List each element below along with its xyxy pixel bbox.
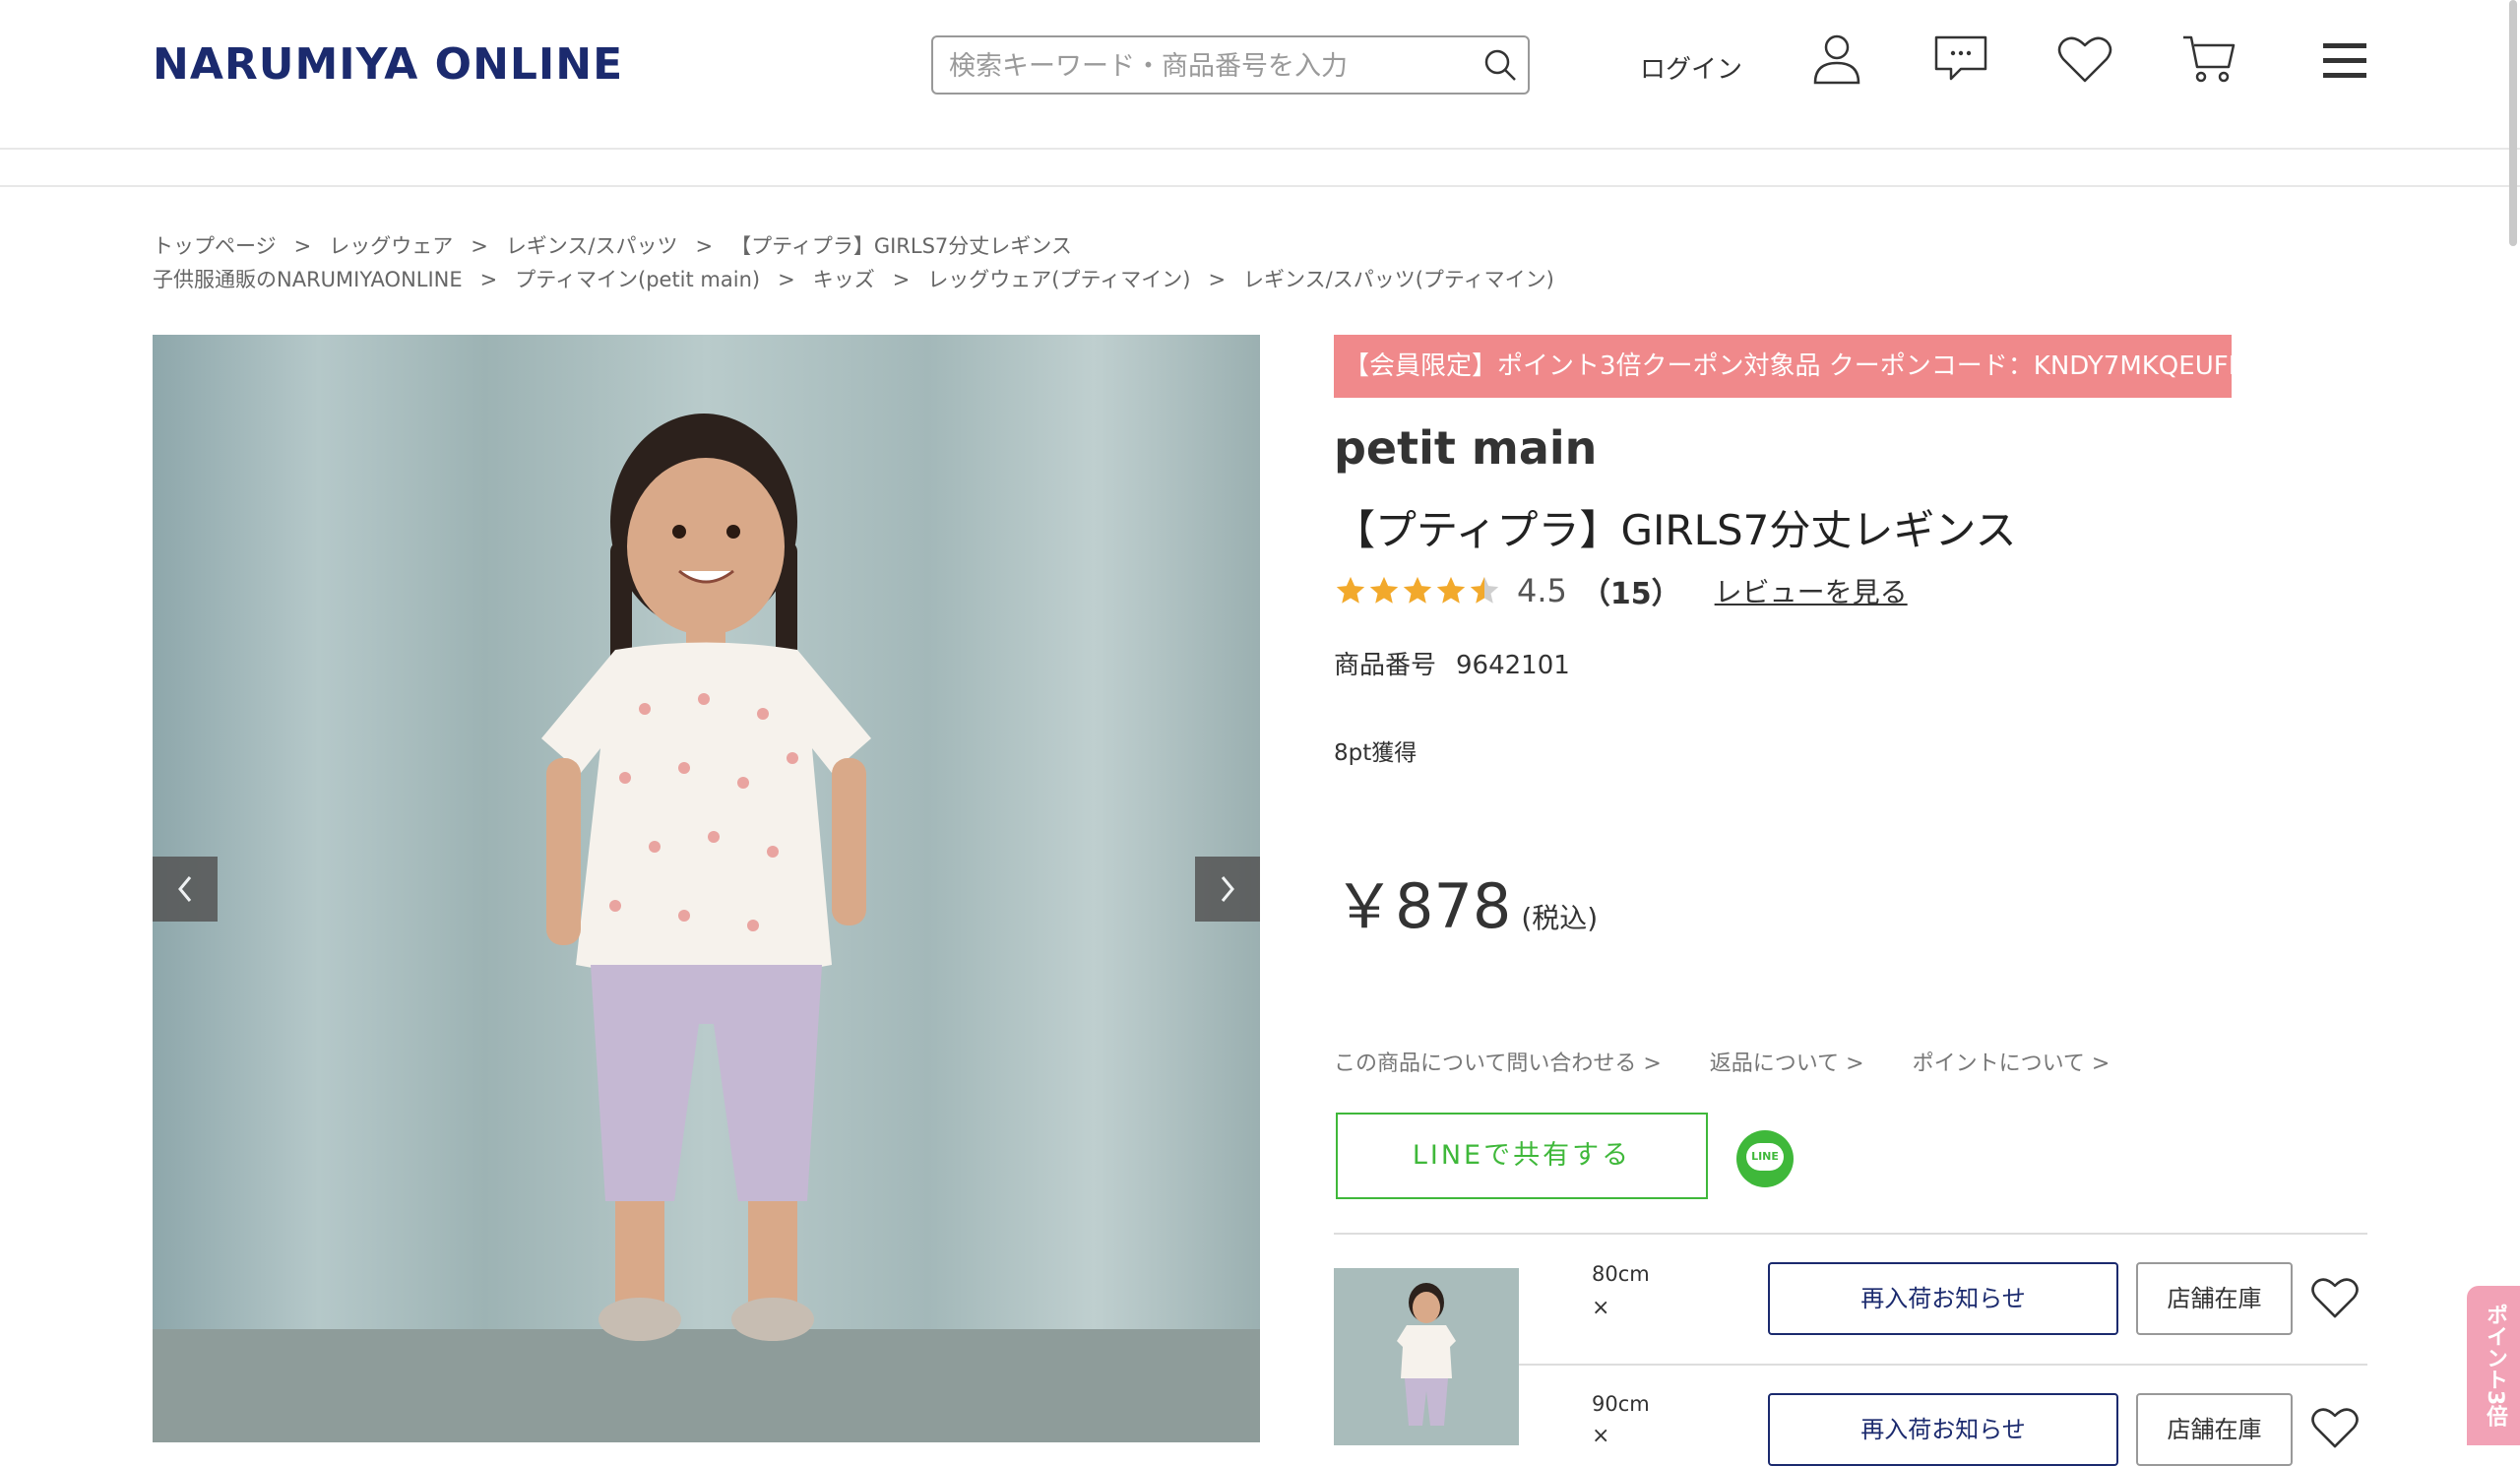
scrollbar[interactable]	[2509, 0, 2517, 246]
heart-icon[interactable]	[2055, 30, 2114, 89]
breadcrumb-item[interactable]: プティマイン(petit main)	[515, 268, 760, 291]
star-icon	[1403, 576, 1432, 604]
star-icon	[1369, 576, 1399, 604]
login-link[interactable]: ログイン	[1640, 49, 1742, 86]
variant-size: 90cm	[1592, 1392, 1650, 1416]
info-links: この商品について問い合わせる > 返品について > ポイントについて >	[1334, 1046, 2151, 1077]
product-main-image[interactable]	[153, 335, 1260, 1442]
price-value: ￥878	[1334, 870, 1512, 942]
site-header: NARUMIYA ONLINE ログイン	[0, 0, 2520, 150]
breadcrumb-item[interactable]: レッグウェア(プティマイン)	[927, 268, 1190, 291]
breadcrumb-secondary: 子供服通販のNARUMIYAONLINE > プティマイン(petit main) >…	[153, 268, 1554, 291]
breadcrumb-item[interactable]: レギンス/スパッツ	[506, 234, 678, 258]
variant-stock-mark: ×	[1592, 1296, 1610, 1320]
variant-thumbnail[interactable]	[1334, 1268, 1519, 1445]
view-reviews-link[interactable]: レビューを見る	[1715, 571, 1908, 610]
cart-icon[interactable]	[2179, 30, 2238, 89]
restock-notify-button[interactable]: 再入荷お知らせ	[1768, 1393, 2118, 1466]
carousel-prev-button[interactable]	[153, 857, 218, 922]
line-icon[interactable]: LINE	[1736, 1130, 1794, 1187]
store-stock-button[interactable]: 店舗在庫	[2136, 1393, 2293, 1466]
variant-photo	[1334, 1268, 1519, 1445]
points-side-tab[interactable]: ポイント3倍	[2467, 1286, 2520, 1445]
half-star-icon	[1470, 576, 1499, 604]
rating-value: 4.5	[1517, 572, 1567, 609]
search-icon[interactable]	[1482, 47, 1518, 83]
product-title: 【プティプラ】GIRLS7分丈レギンス	[1334, 506, 2017, 554]
chat-icon[interactable]	[1931, 30, 1990, 89]
chevron-left-icon	[178, 876, 192, 902]
favorite-heart-icon[interactable]	[2309, 1402, 2361, 1453]
breadcrumb: トップページ > レッグウェア > レギンス/スパッツ > 【プティプラ】GIRLS7分丈レ…	[153, 234, 1072, 258]
product-number-value: 9642101	[1456, 651, 1570, 680]
rating-row: 4.5 （15） レビューを見る	[1334, 566, 1908, 615]
review-count: （15）	[1580, 577, 1681, 611]
variant-size: 80cm	[1592, 1262, 1650, 1286]
variant-stock-mark: ×	[1592, 1424, 1610, 1448]
user-icon[interactable]	[1807, 30, 1866, 89]
sub-navigation-bar	[0, 150, 2520, 187]
breadcrumb-item[interactable]: 子供服通販のNARUMIYAONLINE	[153, 268, 463, 291]
breadcrumb-item[interactable]: トップページ	[153, 234, 277, 258]
product-number-label: 商品番号	[1334, 651, 1437, 680]
price: ￥878 (税込)	[1334, 857, 1598, 945]
breadcrumb-item[interactable]: レギンス/スパッツ(プティマイン)	[1243, 268, 1554, 291]
chevron-right-icon	[1221, 876, 1234, 902]
line-share-button[interactable]: LINEで共有する	[1336, 1113, 1708, 1199]
divider	[1334, 1233, 2367, 1235]
returns-link[interactable]: 返品について >	[1710, 1052, 1864, 1076]
site-logo[interactable]: NARUMIYA ONLINE	[153, 39, 623, 90]
breadcrumb-item[interactable]: レッグウェア	[329, 234, 453, 258]
points-earned: 8pt獲得	[1334, 740, 1418, 766]
star-icon	[1336, 576, 1365, 604]
product-photo	[153, 335, 1260, 1442]
star-icon	[1436, 576, 1466, 604]
search-box[interactable]	[931, 35, 1530, 95]
coupon-banner: 【会員限定】ポイント3倍クーポン対象品 クーポンコード：KNDY7MKQEUFL	[1334, 335, 2232, 398]
tax-label: (税込)	[1521, 902, 1599, 934]
favorite-heart-icon[interactable]	[2309, 1272, 2361, 1323]
points-info-link[interactable]: ポイントについて >	[1913, 1052, 2110, 1076]
store-stock-button[interactable]: 店舗在庫	[2136, 1262, 2293, 1335]
inquiry-link[interactable]: この商品について問い合わせる >	[1334, 1052, 1662, 1076]
search-input[interactable]	[947, 37, 1463, 95]
product-number: 商品番号 9642101	[1334, 645, 1570, 681]
menu-icon[interactable]	[2317, 30, 2372, 89]
breadcrumb-item[interactable]: キッズ	[813, 268, 875, 291]
rating-stars	[1334, 574, 1501, 607]
breadcrumb-item: 【プティプラ】GIRLS7分丈レギンス	[730, 234, 1072, 258]
restock-notify-button[interactable]: 再入荷お知らせ	[1768, 1262, 2118, 1335]
brand-name[interactable]: petit main	[1334, 421, 1597, 475]
carousel-next-button[interactable]	[1195, 857, 1260, 922]
